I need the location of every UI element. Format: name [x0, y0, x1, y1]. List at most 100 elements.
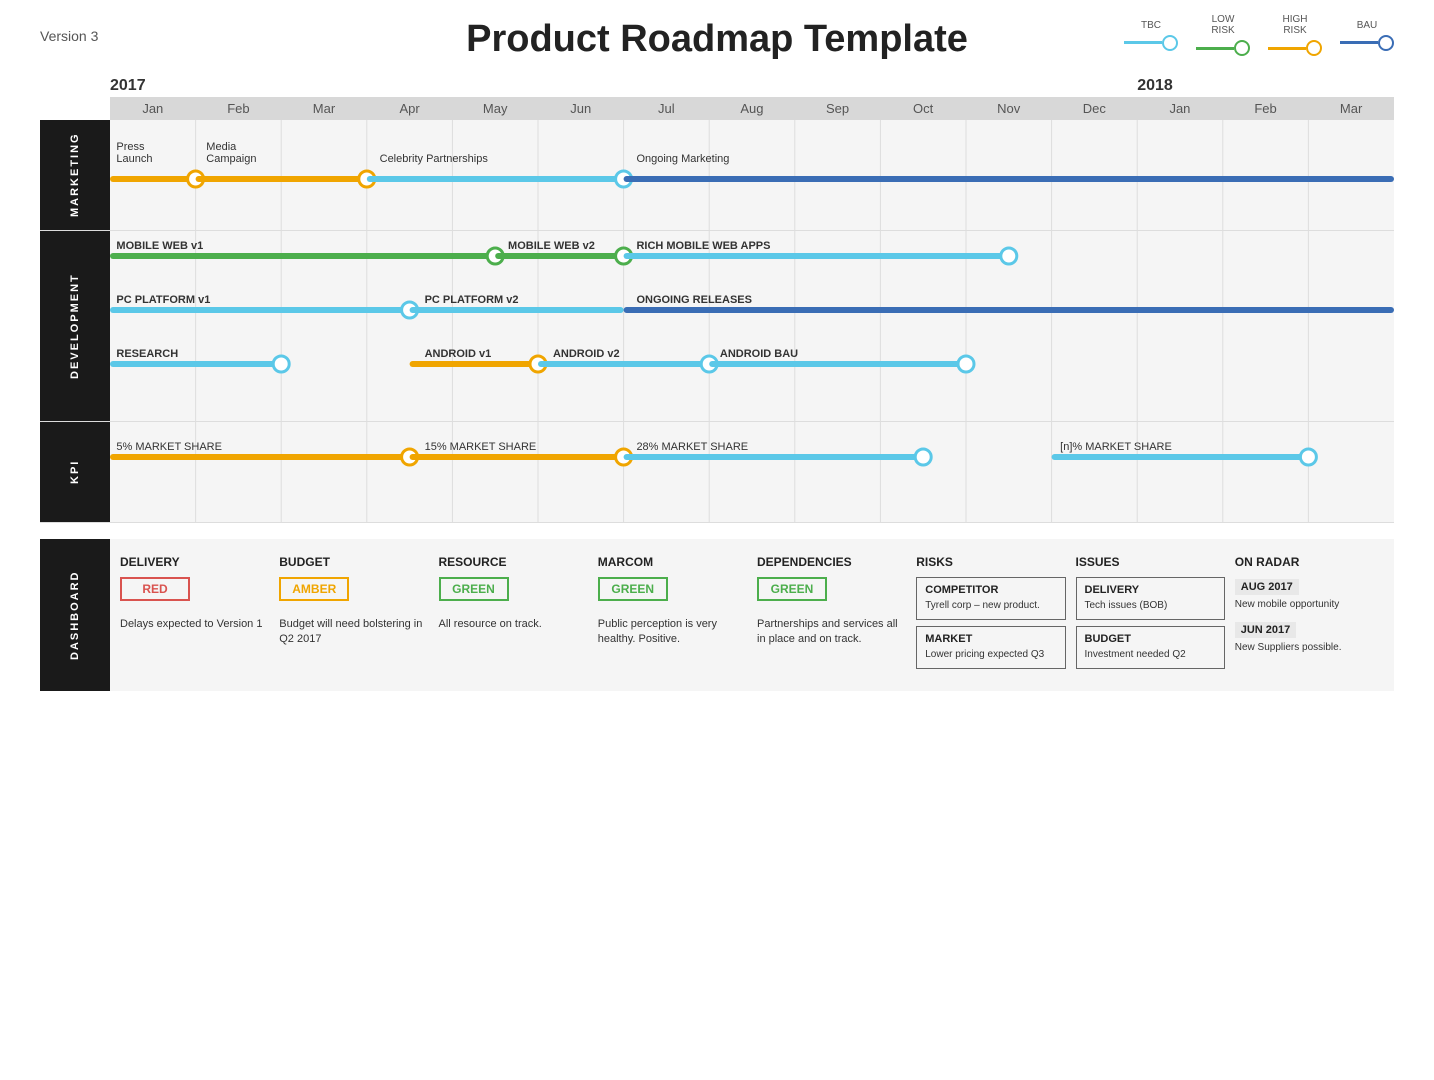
month-mar17: Mar — [281, 101, 367, 116]
resource-status: GREEN — [439, 577, 509, 601]
marketing-gantt: Press Launch Media Campaign Celebrity Pa… — [110, 120, 1394, 230]
kpi-content: 5% MARKET SHARE 15% MARKET SHARE 28% MAR… — [110, 422, 1394, 522]
press-launch-label-line1: Press — [116, 141, 145, 153]
resource-text: All resource on track. — [439, 617, 588, 632]
issues-box-delivery: DELIVERY Tech issues (BOB) — [1076, 577, 1225, 620]
month-jun17: Jun — [538, 101, 624, 116]
mobile-web-v2-bar — [495, 253, 623, 259]
dashboard-marcom: MARCOM GREEN Public perception is very h… — [598, 555, 747, 675]
issues-delivery-title: DELIVERY — [1085, 584, 1216, 596]
rich-mobile-milestone — [1001, 248, 1017, 264]
issues-delivery-text: Tech issues (BOB) — [1085, 599, 1216, 613]
legend-low-risk-label: LOWRISK — [1211, 14, 1234, 36]
budget-title: BUDGET — [279, 555, 428, 569]
main-content: 2017 2018 Jan Feb Mar Apr May Jun Jul Au… — [0, 71, 1434, 691]
marcom-status: GREEN — [598, 577, 668, 601]
version-label: Version 3 — [40, 28, 98, 44]
on-radar-aug2017-date: AUG 2017 — [1235, 579, 1299, 595]
android-v1-label: ANDROID v1 — [425, 348, 492, 360]
dashboard-delivery: DELIVERY RED Delays expected to Version … — [120, 555, 269, 675]
research-bar — [110, 361, 281, 367]
month-jan17: Jan — [110, 101, 196, 116]
android-v2-bar — [538, 361, 709, 367]
pc-platform-v1-bar — [110, 307, 410, 313]
dashboard-section: DASHBOARD DELIVERY RED Delays expected t… — [40, 539, 1394, 691]
mobile-web-v1-label: MOBILE WEB v1 — [116, 240, 203, 252]
kpi-npct-label: [n]% MARKET SHARE — [1060, 441, 1172, 453]
dashboard-issues: ISSUES DELIVERY Tech issues (BOB) BUDGET… — [1076, 555, 1225, 675]
header: Version 3 Product Roadmap Template TBC L… — [0, 0, 1434, 71]
issues-budget-title: BUDGET — [1085, 633, 1216, 645]
risks-market-title: MARKET — [925, 633, 1056, 645]
marketing-content: Press Launch Media Campaign Celebrity Pa… — [110, 120, 1394, 230]
risks-market-text: Lower pricing expected Q3 — [925, 648, 1056, 662]
mobile-web-v1-bar — [110, 253, 495, 259]
legend-bau-label: BAU — [1357, 20, 1378, 31]
celebrity-bar — [367, 176, 624, 182]
legend-bau: BAU — [1340, 20, 1394, 51]
android-bau-bar — [709, 361, 966, 367]
on-radar-jun2017-text: New Suppliers possible. — [1235, 641, 1384, 655]
pc-platform-v1-label: PC PLATFORM v1 — [116, 294, 210, 306]
media-campaign-label-line1: Media — [206, 141, 237, 153]
celebrity-label: Celebrity Partnerships — [380, 153, 489, 165]
marketing-section: MARKETING Press Laun — [40, 120, 1394, 231]
android-v1-bar — [410, 361, 538, 367]
press-launch-label-line2: Launch — [116, 153, 152, 165]
android-bau-label: ANDROID BAU — [720, 348, 798, 360]
dashboard-budget: BUDGET AMBER Budget will need bolstering… — [279, 555, 428, 675]
marcom-title: MARCOM — [598, 555, 747, 569]
kpi-28pct-bar — [624, 454, 924, 460]
ongoing-releases-label: ONGOING RELEASES — [636, 294, 752, 306]
on-radar-aug2017: AUG 2017 New mobile opportunity — [1235, 577, 1384, 612]
risks-title: RISKS — [916, 555, 1065, 569]
year-row: 2017 2018 — [110, 71, 1394, 97]
kpi-npct-bar — [1052, 454, 1309, 460]
legend-high-risk-label: HIGHRISK — [1283, 14, 1308, 36]
kpi-npct-milestone — [1300, 449, 1316, 465]
month-jan18: Jan — [1137, 101, 1223, 116]
risks-box-market: MARKET Lower pricing expected Q3 — [916, 626, 1065, 669]
development-gantt: MOBILE WEB v1 MOBILE WEB v2 RICH MOBILE … — [110, 231, 1394, 421]
year-2017-label: 2017 — [110, 77, 146, 95]
kpi-gantt: 5% MARKET SHARE 15% MARKET SHARE 28% MAR… — [110, 422, 1394, 522]
month-may17: May — [452, 101, 538, 116]
android-v2-label: ANDROID v2 — [553, 348, 620, 360]
issues-box-budget: BUDGET Investment needed Q2 — [1076, 626, 1225, 669]
month-aug17: Aug — [709, 101, 795, 116]
pc-platform-v2-bar — [410, 307, 624, 313]
dashboard-resource: RESOURCE GREEN All resource on track. — [439, 555, 588, 675]
month-sep17: Sep — [795, 101, 881, 116]
issues-budget-text: Investment needed Q2 — [1085, 648, 1216, 662]
month-nov17: Nov — [966, 101, 1052, 116]
delivery-title: DELIVERY — [120, 555, 269, 569]
rich-mobile-bar — [624, 253, 1009, 259]
dependencies-text: Partnerships and services all in place a… — [757, 617, 906, 648]
kpi-28pct-milestone — [915, 449, 931, 465]
development-section: DEVELOPMENT MOBILE WEB v1 — [40, 231, 1394, 422]
kpi-section: KPI 5% MARKET SHARE — [40, 422, 1394, 523]
delivery-status: RED — [120, 577, 190, 601]
ongoing-releases-bar — [624, 307, 1394, 313]
dashboard-risks: RISKS COMPETITOR Tyrell corp – new produ… — [916, 555, 1065, 675]
android-bau-milestone — [958, 356, 974, 372]
marketing-label: MARKETING — [40, 120, 110, 230]
kpi-5pct-bar — [110, 454, 410, 460]
resource-title: RESOURCE — [439, 555, 588, 569]
dashboard-on-radar: ON RADAR AUG 2017 New mobile opportunity… — [1235, 555, 1384, 675]
on-radar-title: ON RADAR — [1235, 555, 1384, 569]
year-2017: 2017 — [110, 77, 1137, 95]
dependencies-title: DEPENDENCIES — [757, 555, 906, 569]
issues-title: ISSUES — [1076, 555, 1225, 569]
month-mar18: Mar — [1308, 101, 1394, 116]
month-dec17: Dec — [1052, 101, 1138, 116]
on-radar-aug2017-text: New mobile opportunity — [1235, 598, 1384, 612]
on-radar-jun2017-date: JUN 2017 — [1235, 622, 1297, 638]
kpi-15pct-label: 15% MARKET SHARE — [425, 441, 537, 453]
months-row: Jan Feb Mar Apr May Jun Jul Aug Sep Oct … — [110, 97, 1394, 120]
legend-tbc: TBC — [1124, 20, 1178, 51]
on-radar-jun2017: JUN 2017 New Suppliers possible. — [1235, 620, 1384, 655]
budget-status: AMBER — [279, 577, 349, 601]
year-2018: 2018 — [1137, 77, 1394, 95]
month-feb17: Feb — [196, 101, 282, 116]
